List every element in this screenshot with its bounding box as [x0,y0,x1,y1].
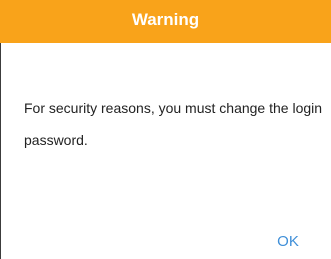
ok-button[interactable]: OK [267,228,309,254]
warning-dialog: Warning For security reasons, you must c… [0,0,331,259]
dialog-message: For security reasons, you must change th… [24,100,323,148]
dialog-title: Warning [131,10,200,29]
dialog-header: Warning [0,0,331,43]
